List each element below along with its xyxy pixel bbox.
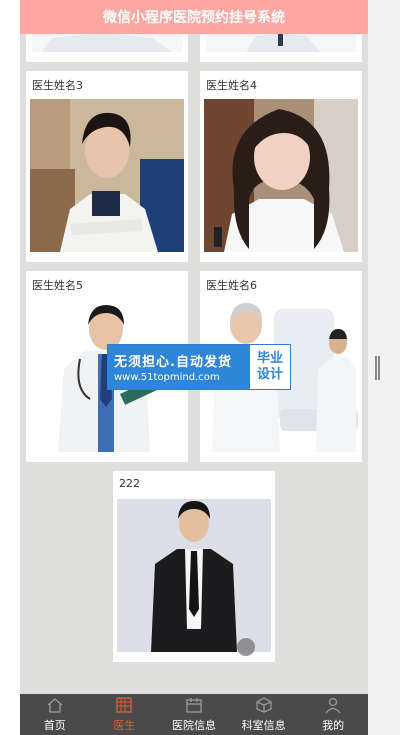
cube-icon bbox=[255, 697, 272, 713]
page-header: 微信小程序医院预约挂号系统 bbox=[20, 0, 368, 34]
watermark-line2: www.51topmind.com bbox=[114, 372, 220, 383]
floating-dot[interactable] bbox=[237, 638, 255, 656]
doctor-name: 医生姓名4 bbox=[206, 79, 257, 92]
tab-mine[interactable]: 我的 bbox=[298, 694, 368, 735]
doctor-name: 医生姓名5 bbox=[32, 279, 83, 292]
doctor-card[interactable]: 医生姓名3 bbox=[26, 71, 188, 262]
app-screen: 微信小程序医院预约挂号系统 医生姓名3 医生姓名4 医生姓名5 医生姓名6 22… bbox=[20, 0, 368, 735]
calendar-icon bbox=[186, 698, 202, 713]
tab-doctor[interactable]: 医生 bbox=[90, 694, 160, 735]
page-title: 微信小程序医院预约挂号系统 bbox=[103, 10, 285, 26]
doctor-card[interactable]: 医生姓名4 bbox=[200, 71, 362, 262]
tab-label: 我的 bbox=[322, 719, 345, 732]
tab-label: 首页 bbox=[43, 719, 66, 732]
tab-home[interactable]: 首页 bbox=[20, 694, 90, 735]
bottom-tabbar: 首页 医生 医院信息 科室信息 我的 bbox=[20, 694, 368, 735]
watermark-right2: 设计 bbox=[256, 367, 283, 382]
left-gutter bbox=[0, 0, 20, 735]
doctor-photo bbox=[117, 499, 271, 652]
tab-label: 医生 bbox=[113, 719, 136, 732]
tab-label: 科室信息 bbox=[241, 719, 286, 732]
tab-hospital-info[interactable]: 医院信息 bbox=[159, 694, 229, 735]
right-gutter bbox=[368, 0, 400, 735]
tab-department-info[interactable]: 科室信息 bbox=[229, 694, 299, 735]
user-icon bbox=[325, 697, 341, 714]
resize-handle[interactable] bbox=[375, 356, 380, 380]
doctor-name: 医生姓名6 bbox=[206, 279, 257, 292]
doctor-name: 医生姓名3 bbox=[32, 79, 83, 92]
doctor-photo bbox=[204, 99, 358, 252]
tab-label: 医院信息 bbox=[171, 719, 216, 732]
doctor-icon bbox=[116, 697, 133, 713]
watermark-line1: 无须担心.自动发货 bbox=[114, 355, 232, 370]
watermark-right: 毕业 设计 bbox=[250, 345, 290, 389]
doctor-photo bbox=[30, 99, 184, 252]
watermark-banner: 无须担心.自动发货 www.51topmind.com 毕业 设计 bbox=[107, 344, 291, 390]
home-icon bbox=[47, 698, 63, 713]
doctor-card[interactable]: 222 bbox=[113, 471, 275, 662]
doctor-name: 222 bbox=[119, 477, 140, 490]
watermark-left: 无须担心.自动发货 www.51topmind.com bbox=[108, 345, 250, 389]
watermark-right1: 毕业 bbox=[256, 351, 283, 366]
